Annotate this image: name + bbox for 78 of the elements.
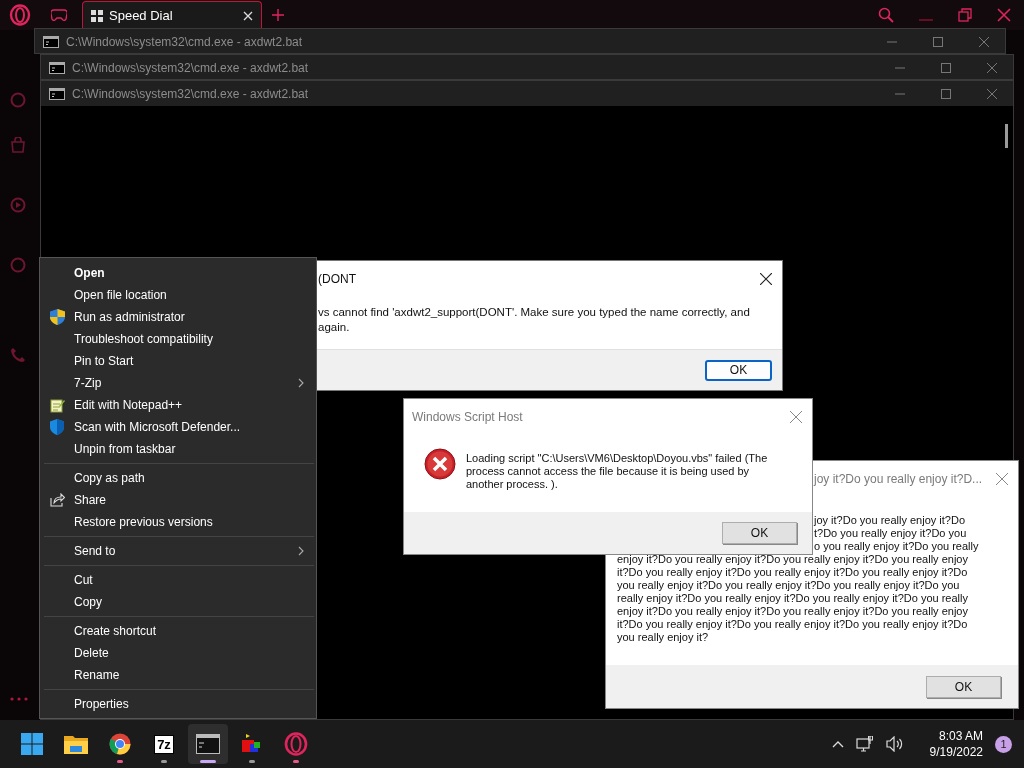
restore-icon[interactable] — [958, 8, 972, 22]
menu-item[interactable]: Restore previous versions — [40, 511, 316, 533]
clock[interactable]: 8:03 AM 9/19/2022 — [929, 728, 983, 760]
menu-item[interactable]: Share — [40, 489, 316, 511]
grid-icon — [91, 9, 103, 22]
scrollbar-thumb[interactable] — [1005, 124, 1008, 148]
gamepad-icon[interactable] — [51, 9, 67, 21]
shield-icon — [50, 419, 64, 435]
dialog-title: Windows Script Host — [412, 410, 523, 424]
menu-item[interactable]: Edit with Notepad++ — [40, 394, 316, 416]
dialog-message: Loading script "C:\Users\VM6\Desktop\Doyou.vbs" failed (The process cannot access the file because it is being used by another process. ). — [466, 452, 769, 491]
menu-item[interactable]: 7-Zip — [40, 372, 316, 394]
error-icon — [424, 448, 456, 480]
dialog-message-line: you really enjoy it?Do you really enjoy it?Do you really enjoy it?Do you — [617, 579, 960, 592]
windows-logo-icon — [21, 733, 43, 755]
menu-item[interactable]: Create shortcut — [40, 620, 316, 642]
menu-item[interactable]: Delete — [40, 642, 316, 664]
archive-app-icon: 7z — [154, 734, 174, 754]
menu-item[interactable]: Pin to Start — [40, 350, 316, 372]
window-title: C:\Windows\system32\cmd.exe - axdwt2.bat — [72, 60, 309, 75]
taskbar-button[interactable]: 7z — [144, 724, 184, 764]
chevron-right-icon — [298, 378, 304, 388]
menu-item[interactable]: Rename — [40, 664, 316, 686]
ok-button[interactable]: OK — [722, 522, 797, 544]
dialog-title: joy it?Do you really enjoy it?D... — [814, 472, 983, 486]
menu-item[interactable]: Troubleshoot compatibility — [40, 328, 316, 350]
browser-tab[interactable]: Speed Dial — [82, 1, 262, 29]
dialog-message-line: enjoy it?Do you really enjoy it?Do you really enjoy it?Do you really enjoy — [617, 605, 968, 618]
share-icon — [50, 493, 65, 507]
dialog-title: (DONT — [318, 272, 356, 286]
volume-icon[interactable] — [885, 736, 904, 752]
tab-title: Speed Dial — [109, 8, 174, 23]
dialog-message-line: enjoy it?Do you really enjoy it?Do you really enjoy it?Do you really enjoy — [617, 553, 968, 566]
menu-item[interactable]: Open — [40, 262, 316, 284]
menu-item[interactable]: Copy as path — [40, 467, 316, 489]
console-icon — [49, 87, 65, 100]
search-icon[interactable] — [878, 7, 894, 23]
dialog-message-line: you really enjoy it? — [617, 631, 709, 644]
taskbar-button[interactable] — [188, 724, 228, 764]
notification-badge[interactable]: 1 — [995, 735, 1012, 753]
console-icon — [196, 734, 220, 754]
close-icon[interactable] — [760, 273, 772, 285]
menu-item[interactable]: Open file location — [40, 284, 316, 306]
more-icon[interactable] — [10, 697, 28, 701]
browser-icon — [109, 733, 131, 755]
menu-item[interactable]: Scan with Microsoft Defender... — [40, 416, 316, 438]
chevron-right-icon — [298, 546, 304, 556]
dialog-message-line: it?Do you really enjoy it?Do you really enjoy it?Do you really enjoy it?Do — [617, 566, 968, 579]
menu-item[interactable]: Copy — [40, 591, 316, 613]
network-icon[interactable] — [855, 736, 874, 752]
plus-icon[interactable] — [272, 9, 284, 21]
maximize-icon[interactable] — [941, 88, 951, 99]
opera-logo-icon — [284, 732, 308, 756]
dialog-message-line: really enjoy it?Do you really enjoy it?Do you really enjoy it?Do you really — [617, 592, 968, 605]
window-title: C:\Windows\system32\cmd.exe - axdwt2.bat — [66, 34, 303, 49]
maximize-icon[interactable] — [933, 36, 943, 47]
dialog-message-line: again. — [318, 320, 351, 335]
ok-button[interactable]: OK — [705, 359, 772, 381]
menu-item[interactable]: Send to — [40, 540, 316, 562]
notepad-icon — [50, 397, 65, 413]
console-icon — [49, 61, 65, 74]
dialog-message-line: t?Do you really enjoy it?Do you — [814, 527, 967, 540]
dialog-message-line: joy it?Do you really enjoy it?Do — [814, 514, 966, 527]
ok-button[interactable]: OK — [926, 675, 1001, 698]
menu-item[interactable]: Unpin from taskbar — [40, 438, 316, 460]
opera-logo-icon[interactable] — [9, 4, 31, 26]
dialog-message-line: o you really enjoy it?Do you really — [814, 540, 979, 553]
menu-item[interactable]: Cut — [40, 569, 316, 591]
menu-item[interactable]: Run as administrator — [40, 306, 316, 328]
console-icon — [43, 35, 59, 48]
chevron-up-icon[interactable] — [831, 740, 844, 748]
menu-item[interactable]: Properties — [40, 693, 316, 715]
folder-icon — [64, 734, 88, 754]
dialog-message-line: it?Do you really enjoy it?Do you really enjoy it?Do you really enjoy it?Do — [617, 618, 968, 631]
window-title: C:\Windows\system32\cmd.exe - axdwt2.bat — [72, 86, 309, 101]
maximize-icon[interactable] — [941, 62, 951, 73]
shield-icon — [50, 309, 65, 325]
dialog-message-line: vs cannot find 'axdwt2_support(DONT'. Make sure you typed the name correctly, and — [318, 305, 751, 320]
